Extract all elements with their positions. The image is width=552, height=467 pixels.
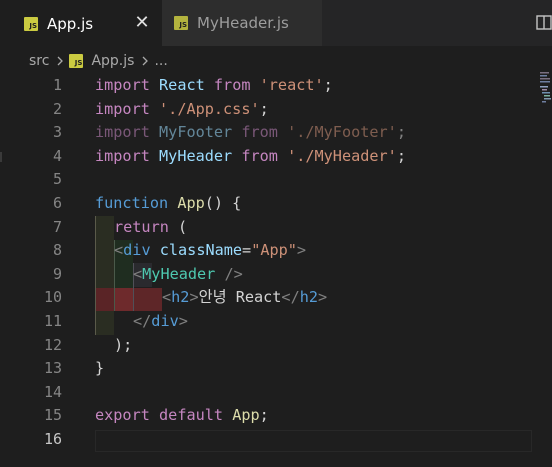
token-bracket: </: [133, 312, 152, 330]
token-keyword: from: [213, 76, 251, 94]
chevron-right-icon: [57, 56, 64, 66]
token-string: './App.css': [159, 99, 260, 118]
breadcrumb-folder[interactable]: src: [29, 53, 49, 69]
token-bracket: <: [133, 264, 143, 283]
token-bracket: >: [318, 288, 328, 307]
token-bracket: >: [178, 312, 188, 330]
line-number: 16: [43, 430, 62, 448]
tab-bar: JS App.js ✕ JS MyHeader.js: [0, 0, 552, 46]
token-attribute: className: [159, 241, 243, 260]
token-punctuation: ;: [259, 406, 269, 425]
token-punctuation: ;: [396, 123, 406, 142]
token-punctuation: }: [95, 359, 105, 378]
code-line-13: 13 }: [0, 357, 552, 381]
token-string: './MyFooter': [287, 123, 397, 142]
token-keyword: from: [241, 146, 278, 165]
code-line-16: 16: [0, 428, 552, 452]
js-file-icon: JS: [174, 16, 188, 30]
token-tag: div: [123, 241, 151, 260]
token-keyword: return: [114, 217, 169, 236]
token-bracket: </: [281, 288, 300, 307]
js-file-icon: JS: [69, 54, 84, 68]
code-line-14: 14: [0, 381, 552, 405]
token-punctuation: ;: [323, 76, 333, 94]
token-punctuation: (: [168, 217, 188, 236]
token-bracket: />: [215, 264, 243, 283]
token-identifier: MyFooter: [159, 123, 233, 142]
line-number: 9: [52, 264, 62, 283]
code-line-15: 15 export default App;: [0, 404, 552, 428]
token-punctuation: () {: [204, 194, 242, 212]
token-function: App: [177, 194, 205, 212]
code-line-5: 5: [0, 168, 552, 192]
breadcrumb-symbol[interactable]: ...: [154, 53, 167, 69]
token-bracket: >: [189, 288, 199, 307]
code-line-6: 6 function App() {: [0, 192, 552, 216]
token-tag: h2: [171, 288, 190, 307]
token-keyword: default: [159, 406, 224, 425]
code-line-11: 11 </div>: [0, 310, 552, 334]
token-string: "App": [251, 241, 297, 260]
code-line-4: 4 import MyHeader from './MyHeader';: [0, 145, 552, 169]
token-identifier: MyHeader: [159, 146, 233, 165]
js-file-icon: JS: [24, 16, 38, 31]
token-bracket: <: [162, 288, 172, 307]
token-bracket: <: [114, 241, 124, 260]
token-string: 'react': [259, 76, 324, 94]
chevron-right-icon: [142, 56, 149, 66]
token-keyword: import: [95, 123, 150, 142]
split-editor-icon[interactable]: [536, 15, 552, 30]
line-number: 5: [52, 170, 62, 189]
code-editor[interactable]: 1 import React from 'react'; 2 import '.…: [0, 74, 552, 467]
line-number: 10: [43, 288, 62, 307]
token-punctuation: ;: [396, 146, 406, 165]
close-icon[interactable]: ✕: [133, 13, 151, 33]
code-line-12: 12 );: [0, 334, 552, 358]
token-keyword: import: [95, 76, 150, 94]
tab-label: MyHeader.js: [197, 14, 289, 32]
token-component: MyHeader: [142, 264, 216, 283]
token-identifier: React: [159, 76, 205, 94]
token-punctuation: );: [114, 335, 133, 354]
code-line-10: 10 <h2>안녕 React</h2>: [0, 286, 552, 310]
token-keyword: import: [95, 146, 150, 165]
token-keyword: function: [95, 194, 169, 212]
code-line-7: 7 return (: [0, 216, 552, 240]
token-tag: div: [151, 312, 179, 330]
token-string: './MyHeader': [287, 146, 397, 165]
token-keyword: import: [95, 99, 150, 118]
line-number: 1: [52, 76, 62, 94]
line-number: 4: [52, 146, 62, 165]
line-number: 14: [43, 382, 62, 401]
tab-myheader-js[interactable]: JS MyHeader.js: [162, 0, 322, 46]
tab-label: App.js: [47, 14, 94, 33]
line-number: 3: [52, 123, 62, 142]
code-line-1: 1 import React from 'react';: [0, 74, 552, 98]
line-number: 12: [43, 335, 62, 354]
breadcrumb: src JS App.js ...: [0, 48, 552, 74]
code-line-9: 9 <MyHeader />: [0, 263, 552, 287]
breadcrumb-file[interactable]: App.js: [91, 53, 134, 69]
line-number: 2: [52, 99, 62, 118]
token-tag: h2: [299, 288, 319, 307]
line-number: 13: [43, 359, 62, 378]
line-number: 11: [43, 312, 62, 330]
line-number: 7: [52, 217, 62, 236]
token-keyword: export: [95, 406, 150, 425]
tab-app-js[interactable]: JS App.js ✕: [0, 0, 162, 46]
code-line-8: 8 <div className="App">: [0, 239, 552, 263]
token-punctuation: ;: [259, 99, 269, 118]
line-number: 8: [52, 241, 62, 260]
token-punctuation: =: [242, 241, 252, 260]
code-line-3: 3 import MyFooter from './MyFooter';: [0, 121, 552, 145]
token-function: App: [232, 406, 260, 425]
token-bracket: >: [296, 241, 307, 260]
token-keyword: from: [241, 123, 278, 142]
line-number: 15: [43, 406, 62, 425]
token-text: 안녕 React: [198, 288, 282, 307]
line-number: 6: [52, 194, 62, 212]
code-line-2: 2 import './App.css';: [0, 98, 552, 122]
